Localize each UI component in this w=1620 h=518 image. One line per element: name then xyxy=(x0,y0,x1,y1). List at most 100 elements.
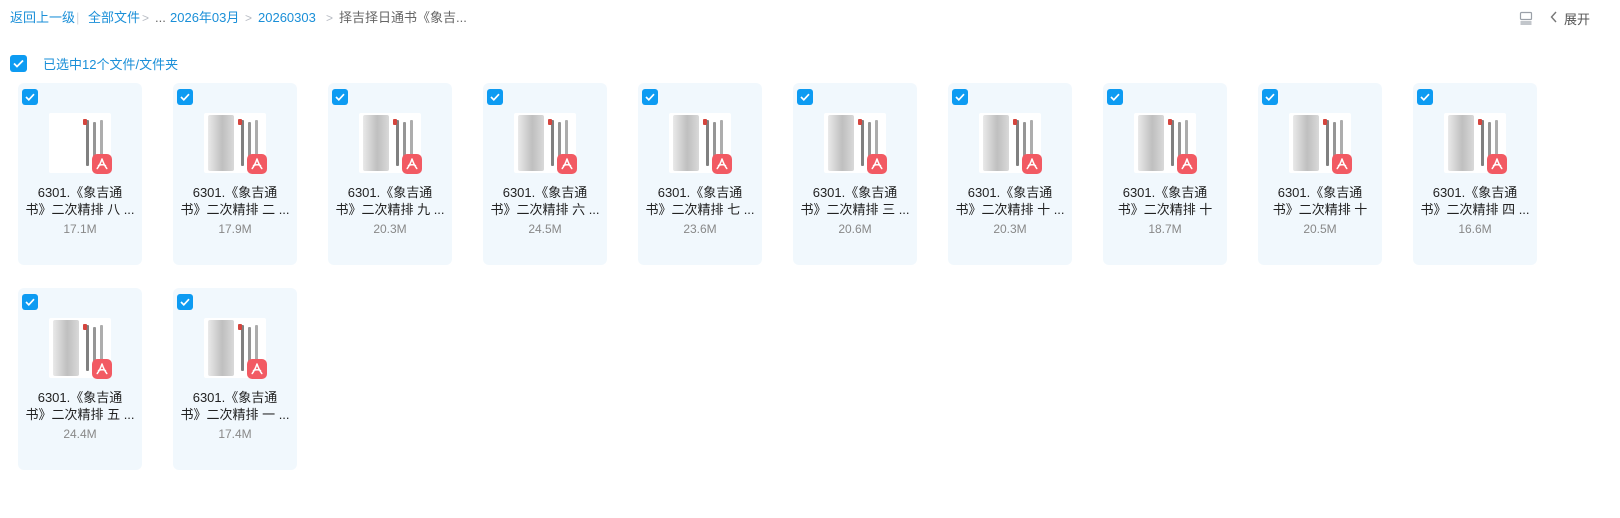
file-checkbox[interactable] xyxy=(1107,89,1123,105)
file-card[interactable]: 6301.《象吉通 书》二次精排 五 ... 24.4M xyxy=(18,288,142,470)
file-name-line2: 书》二次精排 七 ... xyxy=(645,202,755,217)
expand-label: 展开 xyxy=(1563,11,1590,27)
file-size: 24.5M xyxy=(528,222,562,236)
expand-button[interactable]: 展开 xyxy=(1550,9,1590,28)
file-thumbnail xyxy=(204,318,268,382)
file-name: 6301.《象吉通 书》二次精排 五 ... xyxy=(24,389,136,423)
file-card[interactable]: 6301.《象吉通 书》二次精排 十 18.7M xyxy=(1103,83,1227,265)
pdf-icon xyxy=(247,154,267,174)
file-size: 17.9M xyxy=(218,222,252,236)
file-name-line2: 书》二次精排 四 ... xyxy=(1420,202,1530,217)
file-size: 23.6M xyxy=(683,222,717,236)
file-name-line2: 书》二次精排 八 ... xyxy=(25,202,135,217)
file-name-line1: 6301.《象吉通 xyxy=(502,185,588,200)
file-checkbox[interactable] xyxy=(22,294,38,310)
file-thumbnail xyxy=(204,113,268,177)
pdf-icon xyxy=(92,359,112,379)
file-checkbox[interactable] xyxy=(177,89,193,105)
file-thumbnail xyxy=(359,113,423,177)
file-thumbnail xyxy=(1289,113,1353,177)
file-checkbox[interactable] xyxy=(1417,89,1433,105)
pdf-icon xyxy=(1177,154,1197,174)
file-checkbox[interactable] xyxy=(332,89,348,105)
breadcrumb-month[interactable]: 2026年03月 xyxy=(170,10,239,26)
file-size: 20.6M xyxy=(838,222,872,236)
file-card[interactable]: 6301.《象吉通 书》二次精排 十 20.5M xyxy=(1258,83,1382,265)
file-card[interactable]: 6301.《象吉通 书》二次精排 一 ... 17.4M xyxy=(173,288,297,470)
file-name-line1: 6301.《象吉通 xyxy=(192,185,278,200)
file-name: 6301.《象吉通 书》二次精排 三 ... xyxy=(799,184,911,218)
file-checkbox[interactable] xyxy=(797,89,813,105)
file-checkbox[interactable] xyxy=(952,89,968,105)
selection-bar: 已选中12个文件/文件夹 xyxy=(10,54,178,73)
file-name: 6301.《象吉通 书》二次精排 二 ... xyxy=(179,184,291,218)
file-name-line2: 书》二次精排 九 ... xyxy=(335,202,445,217)
pdf-icon xyxy=(247,359,267,379)
file-name-line1: 6301.《象吉通 xyxy=(37,390,123,405)
file-name-line1: 6301.《象吉通 xyxy=(1122,185,1208,200)
breadcrumb-ellipsis[interactable]: ... xyxy=(155,10,166,26)
list-view-icon[interactable] xyxy=(1516,8,1536,28)
file-name: 6301.《象吉通 书》二次精排 七 ... xyxy=(644,184,756,218)
chevron-left-icon xyxy=(1550,11,1558,26)
file-size: 20.5M xyxy=(1303,222,1337,236)
file-checkbox[interactable] xyxy=(487,89,503,105)
file-thumbnail xyxy=(49,113,113,177)
breadcrumb-separator: > xyxy=(326,11,334,25)
file-card[interactable]: 6301.《象吉通 书》二次精排 四 ... 16.6M xyxy=(1413,83,1537,265)
file-thumbnail xyxy=(979,113,1043,177)
file-name-line2: 书》二次精排 十 xyxy=(1117,202,1213,217)
pdf-icon xyxy=(402,154,422,174)
file-thumbnail xyxy=(824,113,888,177)
file-name-line2: 书》二次精排 十 xyxy=(1272,202,1368,217)
file-checkbox[interactable] xyxy=(177,294,193,310)
file-name-line1: 6301.《象吉通 xyxy=(37,185,123,200)
file-thumbnail xyxy=(1134,113,1198,177)
file-name-line1: 6301.《象吉通 xyxy=(657,185,743,200)
selection-count: 已选中12个文件/文件夹 xyxy=(43,57,179,72)
breadcrumb-separator: > xyxy=(245,11,253,25)
file-name-line2: 书》二次精排 六 ... xyxy=(490,202,600,217)
file-thumbnail xyxy=(49,318,113,382)
file-size: 17.4M xyxy=(218,427,252,441)
breadcrumb-date[interactable]: 20260303 xyxy=(258,10,316,26)
file-name-line2: 书》二次精排 三 ... xyxy=(800,202,910,217)
pdf-icon xyxy=(92,154,112,174)
file-card[interactable]: 6301.《象吉通 书》二次精排 六 ... 24.5M xyxy=(483,83,607,265)
breadcrumb-all-files[interactable]: 全部文件 xyxy=(88,10,140,26)
file-card[interactable]: 6301.《象吉通 书》二次精排 八 ... 17.1M xyxy=(18,83,142,265)
file-name-line1: 6301.《象吉通 xyxy=(347,185,433,200)
file-thumbnail xyxy=(1444,113,1508,177)
pdf-icon xyxy=(867,154,887,174)
file-name: 6301.《象吉通 书》二次精排 四 ... xyxy=(1419,184,1531,218)
file-size: 16.6M xyxy=(1458,222,1492,236)
file-name: 6301.《象吉通 书》二次精排 十 xyxy=(1109,184,1221,218)
top-bar: 返回上一级 | 全部文件 > ... 2026年03月 > 20260303 >… xyxy=(0,0,1620,36)
file-name: 6301.《象吉通 书》二次精排 九 ... xyxy=(334,184,446,218)
file-card[interactable]: 6301.《象吉通 书》二次精排 九 ... 20.3M xyxy=(328,83,452,265)
breadcrumb-current: 择吉择日通书《象吉... xyxy=(339,10,467,25)
file-card[interactable]: 6301.《象吉通 书》二次精排 十 ... 20.3M xyxy=(948,83,1072,265)
file-name-line1: 6301.《象吉通 xyxy=(1432,185,1518,200)
file-card[interactable]: 6301.《象吉通 书》二次精排 三 ... 20.6M xyxy=(793,83,917,265)
file-checkbox[interactable] xyxy=(1262,89,1278,105)
pdf-icon xyxy=(712,154,732,174)
file-name-line2: 书》二次精排 五 ... xyxy=(25,407,135,422)
file-name: 6301.《象吉通 书》二次精排 六 ... xyxy=(489,184,601,218)
file-name-line2: 书》二次精排 十 ... xyxy=(955,202,1065,217)
back-link[interactable]: 返回上一级 xyxy=(10,10,75,26)
file-size: 18.7M xyxy=(1148,222,1182,236)
file-size: 20.3M xyxy=(373,222,407,236)
file-size: 24.4M xyxy=(63,427,97,441)
file-card[interactable]: 6301.《象吉通 书》二次精排 七 ... 23.6M xyxy=(638,83,762,265)
select-all-checkbox[interactable] xyxy=(10,55,27,72)
file-checkbox[interactable] xyxy=(22,89,38,105)
file-name-line1: 6301.《象吉通 xyxy=(812,185,898,200)
file-name: 6301.《象吉通 书》二次精排 八 ... xyxy=(24,184,136,218)
file-size: 17.1M xyxy=(63,222,97,236)
pdf-icon xyxy=(1332,154,1352,174)
file-card[interactable]: 6301.《象吉通 书》二次精排 二 ... 17.9M xyxy=(173,83,297,265)
file-checkbox[interactable] xyxy=(642,89,658,105)
file-thumbnail xyxy=(514,113,578,177)
file-size: 20.3M xyxy=(993,222,1027,236)
